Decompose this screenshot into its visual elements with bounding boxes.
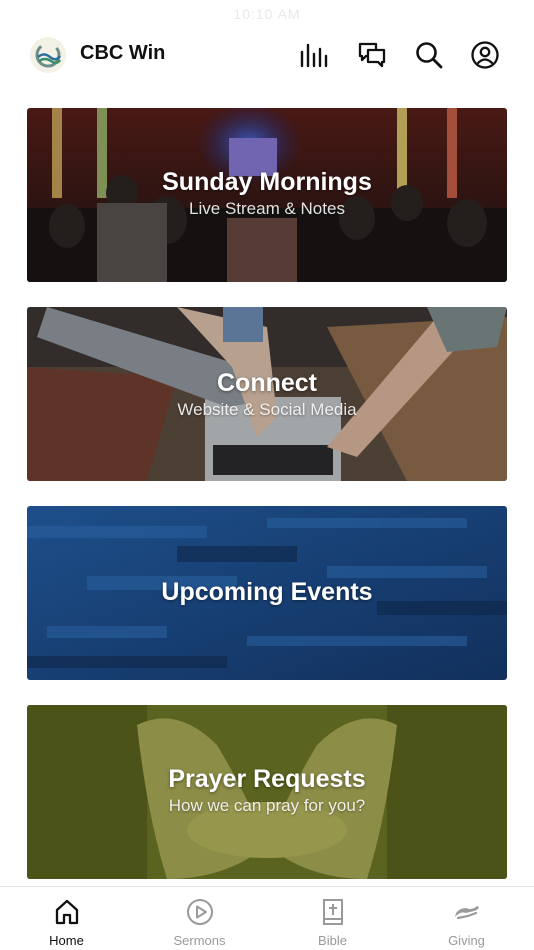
- home-icon: [52, 897, 82, 927]
- card-titles: Upcoming Events: [27, 578, 507, 607]
- giving-hand-icon: [452, 897, 482, 927]
- bible-icon: [318, 897, 348, 927]
- chat-bubbles-icon[interactable]: [357, 40, 387, 70]
- card-title: Connect: [217, 369, 317, 397]
- app-logo: [30, 37, 66, 73]
- card-upcoming-events[interactable]: Upcoming Events: [27, 506, 507, 680]
- card-titles: Prayer Requests How we can pray for you?: [27, 765, 507, 816]
- card-subtitle: How we can pray for you?: [168, 796, 366, 815]
- tab-label: Bible: [318, 933, 347, 948]
- card-title: Upcoming Events: [161, 578, 373, 606]
- card-subtitle: Website & Social Media: [177, 400, 357, 419]
- card-titles: Connect Website & Social Media: [27, 369, 507, 420]
- status-bar: 10:10 AM: [0, 0, 534, 28]
- card-connect[interactable]: Connect Website & Social Media: [27, 307, 507, 481]
- card-title: Sunday Mornings: [162, 168, 372, 196]
- tab-giving[interactable]: Giving: [400, 887, 533, 950]
- tab-label: Home: [49, 933, 84, 948]
- card-sunday-mornings[interactable]: Sunday Mornings Live Stream & Notes: [27, 108, 507, 282]
- card-prayer-requests[interactable]: Prayer Requests How we can pray for you?: [27, 705, 507, 879]
- tab-label: Giving: [448, 933, 485, 948]
- account-icon[interactable]: [470, 40, 500, 70]
- tab-label: Sermons: [173, 933, 226, 948]
- app-header: CBC Win: [0, 30, 534, 80]
- tab-bar: Home Sermons Bible Giving: [0, 886, 534, 950]
- search-icon[interactable]: [414, 40, 444, 70]
- audio-bars-icon[interactable]: [299, 40, 329, 70]
- tab-home[interactable]: Home: [0, 887, 133, 950]
- play-circle-icon: [185, 897, 215, 927]
- card-titles: Sunday Mornings Live Stream & Notes: [27, 168, 507, 219]
- card-subtitle: Live Stream & Notes: [189, 199, 345, 218]
- tab-sermons[interactable]: Sermons: [133, 887, 266, 950]
- status-time: 10:10 AM: [233, 6, 301, 22]
- tab-bible[interactable]: Bible: [266, 887, 399, 950]
- card-title: Prayer Requests: [168, 765, 366, 793]
- app-title: CBC Win: [80, 42, 166, 64]
